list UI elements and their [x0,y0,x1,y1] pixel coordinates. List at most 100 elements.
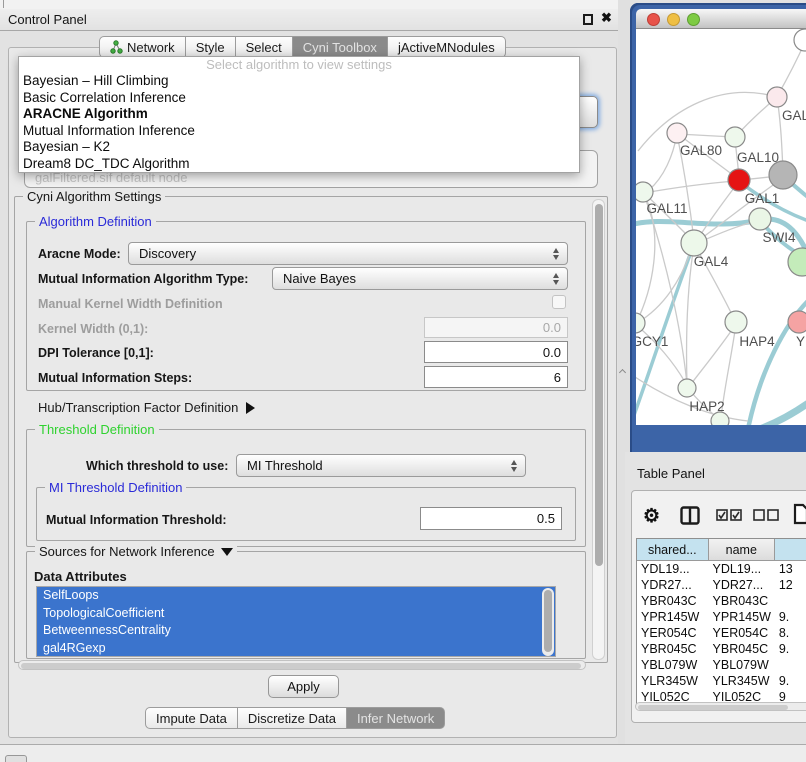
tab-label: jActiveMNodules [398,40,495,55]
manual-kernel-checkbox[interactable] [552,295,566,309]
apply-button[interactable]: Apply [268,675,339,698]
network-node[interactable] [788,311,806,333]
menu-item-mutual-information[interactable]: Mutual Information Inference [19,123,579,140]
sources-title-row[interactable]: Sources for Network Inference [35,544,237,559]
settings-hscrollbar-thumb[interactable] [21,663,581,669]
tab-impute-data[interactable]: Impute Data [145,707,238,729]
network-node[interactable] [769,161,797,189]
attributes-scrollbar-thumb[interactable] [544,590,552,652]
attributes-scrollbar-track[interactable] [542,588,554,656]
cyni-settings-title: Cyni Algorithm Settings [23,189,165,204]
minimize-traffic-light[interactable] [667,13,680,26]
tab-style[interactable]: Style [186,36,236,58]
mi-steps-field[interactable]: 6 [424,366,568,388]
data-attributes-label: Data Attributes [34,569,127,584]
hub-definition-toggle[interactable]: Hub/Transcription Factor Definition [38,400,255,415]
table-row[interactable]: YLR345WYLR345W9. [637,673,806,689]
network-edge[interactable] [644,181,736,193]
network-node[interactable] [794,29,806,51]
columns-icon[interactable] [680,506,700,525]
table-row[interactable]: YBR045CYBR045C9. [637,641,806,657]
data-attributes-list[interactable]: SelfLoops TopologicalCoefficient Between… [36,586,556,657]
which-threshold-label: Which threshold to use: [86,459,228,473]
network-node[interactable] [788,248,806,276]
list-item-topologicalcoefficient[interactable]: TopologicalCoefficient [37,605,555,623]
mi-steps-label: Mutual Information Steps: [38,371,192,385]
table-row[interactable]: YBL079WYBL079W [637,657,806,673]
network-node[interactable] [725,311,747,333]
unchecked-pair-icon[interactable] [753,509,779,522]
table-cell: 9. [775,641,806,657]
network-window-titlebar[interactable] [636,9,806,29]
list-item-betweennesscentrality[interactable]: BetweennessCentrality [37,622,555,640]
table-row[interactable]: YBR043CYBR043C [637,593,806,609]
network-edge[interactable] [754,399,806,425]
which-threshold-combo[interactable]: MI Threshold [236,454,526,477]
settings-scrollbar-track[interactable] [592,199,605,660]
network-node[interactable] [681,230,707,256]
table-cell: 9. [775,673,806,689]
menu-item-basic-correlation[interactable]: Basic Correlation Inference [19,90,579,107]
table-hscrollbar-track[interactable] [635,702,806,711]
scrollbar-fragment [3,0,4,8]
list-item-selfloops[interactable]: SelfLoops [37,587,555,605]
kernel-width-field[interactable]: 0.0 [424,317,568,338]
network-node[interactable] [667,123,687,143]
menu-item-aracne[interactable]: ARACNE Algorithm [19,106,579,123]
field-value: 0.0 [543,320,561,335]
mi-threshold-field[interactable]: 0.5 [420,507,562,530]
dpi-tolerance-field[interactable]: 0.0 [424,341,568,363]
page-icon[interactable] [793,503,806,525]
menu-item-dream8[interactable]: Dream8 DC_TDC Algorithm [19,156,579,173]
settings-hscrollbar-track[interactable] [18,660,586,670]
tab-jactivemnodules[interactable]: jActiveMNodules [388,36,506,58]
close-icon[interactable]: ✖ [601,10,612,26]
menu-item-bayesian-hill-climbing[interactable]: Bayesian – Hill Climbing [19,73,579,90]
zoom-traffic-light[interactable] [687,13,700,26]
table-column-header[interactable]: name [709,539,775,561]
float-window-icon[interactable] [583,14,593,25]
network-node-label: GAL11 [646,201,687,216]
table-row[interactable]: YDR27...YDR27...12 [637,577,806,593]
network-node[interactable] [725,127,745,147]
settings-scrollbar-thumb[interactable] [595,204,603,566]
table-column-header[interactable]: shared... [637,539,709,561]
network-edge[interactable] [637,247,692,323]
tab-infer-network[interactable]: Infer Network [347,707,445,729]
network-edge[interactable] [691,324,736,384]
bottom-status-strip [0,744,806,762]
table-row[interactable]: YER054CYER054C8. [637,625,806,641]
checked-pair-icon[interactable] [716,509,742,522]
table-hscrollbar-thumb[interactable] [638,705,788,710]
attribute-table[interactable]: shared...name YDL19...YDL19...13YDR27...… [636,538,806,706]
network-node[interactable] [728,169,750,191]
network-node[interactable] [636,182,653,202]
network-node[interactable] [678,379,696,397]
network-node[interactable] [767,87,787,107]
tab-network[interactable]: Network [99,36,186,58]
tab-cyni-toolbox[interactable]: Cyni Toolbox [293,36,388,58]
network-node[interactable] [636,313,645,333]
list-item-gal4rgexp[interactable]: gal4RGexp [37,640,555,658]
field-value: 6 [554,370,561,385]
menu-item-bayesian-k2[interactable]: Bayesian – K2 [19,139,579,156]
bottom-left-button-partial[interactable] [5,755,27,762]
table-row[interactable]: YPR145WYPR145W9. [637,609,806,625]
mi-threshold-title: MI Threshold Definition [45,480,186,495]
close-traffic-light[interactable] [647,13,660,26]
gear-icon[interactable]: ⚙ [643,505,660,528]
tab-select[interactable]: Select [236,36,293,58]
aracne-mode-combo[interactable]: Discovery [128,242,568,265]
control-panel-titlebar [0,9,625,31]
mi-type-combo[interactable]: Naive Bayes [272,267,568,290]
top-strip [0,0,625,9]
network-canvas[interactable]: GALGAL80GAL10GAL1GAL11SWI4GAL4GCY1HAP4YH… [636,29,806,425]
network-node[interactable] [749,208,771,230]
control-panel-tabbar: Network Style Select Cyni Toolbox jActiv… [99,36,506,58]
table-row[interactable]: YDL19...YDL19...13 [637,561,806,577]
network-graph: GALGAL80GAL10GAL1GAL11SWI4GAL4GCY1HAP4YH… [636,29,806,425]
table-cell: YDL19... [637,561,709,577]
table-column-header[interactable] [775,539,806,561]
tab-discretize-data[interactable]: Discretize Data [238,707,347,729]
network-node[interactable] [711,412,729,425]
